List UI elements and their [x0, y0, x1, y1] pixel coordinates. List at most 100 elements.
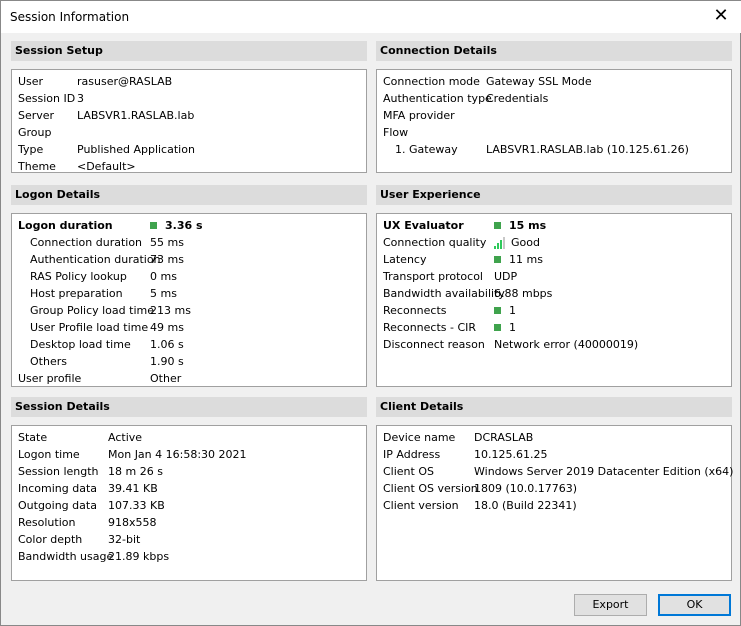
- row-value-cell: 10.125.61.25: [474, 446, 547, 463]
- row-value-cell: <Default>: [77, 158, 136, 175]
- row-value-cell: 213 ms: [150, 302, 191, 319]
- row-value-cell: 1.06 s: [150, 336, 184, 353]
- row-value: 5 ms: [150, 287, 177, 300]
- row-label: Connection mode: [383, 75, 480, 88]
- info-row: Client version 18.0 (Build 22341): [383, 497, 731, 514]
- row-value-cell: 11 ms: [494, 251, 543, 268]
- close-icon[interactable]: ✕: [706, 5, 736, 29]
- row-value-cell: 3: [77, 90, 84, 107]
- info-row: Authentication duration 73 ms: [18, 251, 366, 268]
- info-row: Transport protocol UDP: [383, 268, 731, 285]
- info-row: Type Published Application: [18, 141, 366, 158]
- row-value: <Default>: [77, 160, 136, 173]
- row-value-cell: 21.89 kbps: [108, 548, 169, 565]
- info-row: Server LABSVR1.RASLAB.lab: [18, 107, 366, 124]
- info-row: Group: [18, 124, 366, 141]
- row-value-cell: 918x558: [108, 514, 157, 531]
- row-value-cell: 73 ms: [150, 251, 184, 268]
- session-setup-header: Session Setup: [11, 41, 367, 61]
- row-value: 21.89 kbps: [108, 550, 170, 563]
- row-value: 18 m 26 s: [108, 465, 163, 478]
- row-label: IP Address: [383, 448, 441, 461]
- row-label: UX Evaluator: [383, 219, 464, 232]
- info-row: 1. Gateway LABSVR1.RASLAB.lab (10.125.61.…: [383, 141, 731, 158]
- row-value-cell: Credentials: [486, 90, 548, 107]
- info-row: Flow: [383, 124, 731, 141]
- row-label: Authentication duration: [30, 253, 161, 266]
- row-value: 55 ms: [150, 236, 184, 249]
- row-value-cell: 1809 (10.0.17763): [474, 480, 577, 497]
- row-value-cell: Active: [108, 429, 142, 446]
- row-label: Client version: [383, 499, 459, 512]
- info-row: Connection duration 55 ms: [18, 234, 366, 251]
- status-indicator-icon: [494, 255, 501, 263]
- info-row: Connection quality Good: [383, 234, 731, 251]
- row-label: Device name: [383, 431, 456, 444]
- info-row: UX Evaluator 15 ms: [383, 217, 731, 234]
- signal-bars-icon: [494, 237, 505, 249]
- row-value-cell: Network error (40000019): [494, 336, 638, 353]
- row-value: DCRASLAB: [474, 431, 534, 444]
- info-row: Session length 18 m 26 s: [18, 463, 366, 480]
- status-indicator-icon: [494, 221, 501, 229]
- row-value: 3.36 s: [165, 219, 203, 232]
- row-value: Network error (40000019): [494, 338, 639, 351]
- row-value-cell: 5 ms: [150, 285, 177, 302]
- row-value: LABSVR1.RASLAB.lab: [77, 109, 195, 122]
- row-label: Others: [30, 355, 67, 368]
- row-label: Group Policy load time: [30, 304, 154, 317]
- row-value: 39.41 KB: [108, 482, 158, 495]
- row-label: Client OS version: [383, 482, 478, 495]
- row-value-cell: 32-bit: [108, 531, 140, 548]
- logon-details-panel: Logon duration 3.36 s Connection duration 5…: [11, 213, 367, 387]
- status-indicator-icon: [494, 323, 501, 331]
- row-label: Group: [18, 126, 52, 139]
- row-label: Reconnects - CIR: [383, 321, 477, 334]
- info-row: Disconnect reason Network error (40000019…: [383, 336, 731, 353]
- row-value-cell: 1.90 s: [150, 353, 184, 370]
- row-value-cell: Good: [494, 234, 540, 251]
- info-row: Authentication type Credentials: [383, 90, 731, 107]
- session-details-panel: State Active Logon time Mon Jan 4 16:58:30 …: [11, 425, 367, 581]
- row-label: Flow: [383, 126, 409, 139]
- info-row: Resolution 918x558: [18, 514, 366, 531]
- info-row: Connection mode Gateway SSL Mode: [383, 73, 731, 90]
- row-value-cell: 3.36 s: [150, 217, 203, 234]
- row-value: 49 ms: [150, 321, 184, 334]
- row-value: Credentials: [486, 92, 549, 105]
- row-value-cell: Windows Server 2019 Datacenter Edition (…: [474, 463, 733, 480]
- row-value-cell: Mon Jan 4 16:58:30 2021: [108, 446, 247, 463]
- status-indicator-icon: [494, 306, 501, 314]
- row-value: 1809 (10.0.17763): [474, 482, 578, 495]
- info-row: State Active: [18, 429, 366, 446]
- row-value: 18.0 (Build 22341): [474, 499, 577, 512]
- row-label: Desktop load time: [30, 338, 131, 351]
- row-label: Host preparation: [30, 287, 123, 300]
- row-value: Gateway SSL Mode: [486, 75, 592, 88]
- export-button[interactable]: Export: [574, 594, 647, 616]
- info-row: Bandwidth usage 21.89 kbps: [18, 548, 366, 565]
- row-value: Good: [511, 236, 540, 249]
- row-label: Transport protocol: [383, 270, 483, 283]
- row-value-cell: 6.88 mbps: [494, 285, 552, 302]
- info-row: User rasuser@RASLAB: [18, 73, 366, 90]
- info-row: Reconnects 1: [383, 302, 731, 319]
- row-label: Outgoing data: [18, 499, 97, 512]
- logon-details-header: Logon Details: [11, 185, 367, 205]
- ok-button[interactable]: OK: [658, 594, 731, 616]
- info-row: Client OS Windows Server 2019 Datacenter …: [383, 463, 733, 480]
- row-value: Active: [108, 431, 143, 444]
- title-bar: Session Information ✕: [1, 1, 741, 33]
- info-row: Logon duration 3.36 s: [18, 217, 366, 234]
- row-label: Logon time: [18, 448, 80, 461]
- row-value: 3: [77, 92, 84, 105]
- row-value: 15 ms: [509, 219, 547, 232]
- info-row: Session ID 3: [18, 90, 366, 107]
- row-value-cell: 107.33 KB: [108, 497, 165, 514]
- info-row: User Profile load time 49 ms: [18, 319, 366, 336]
- row-value: 918x558: [108, 516, 157, 529]
- info-row: Outgoing data 107.33 KB: [18, 497, 366, 514]
- row-value-cell: 18 m 26 s: [108, 463, 163, 480]
- row-value-cell: 1: [494, 302, 516, 319]
- row-value-cell: UDP: [494, 268, 517, 285]
